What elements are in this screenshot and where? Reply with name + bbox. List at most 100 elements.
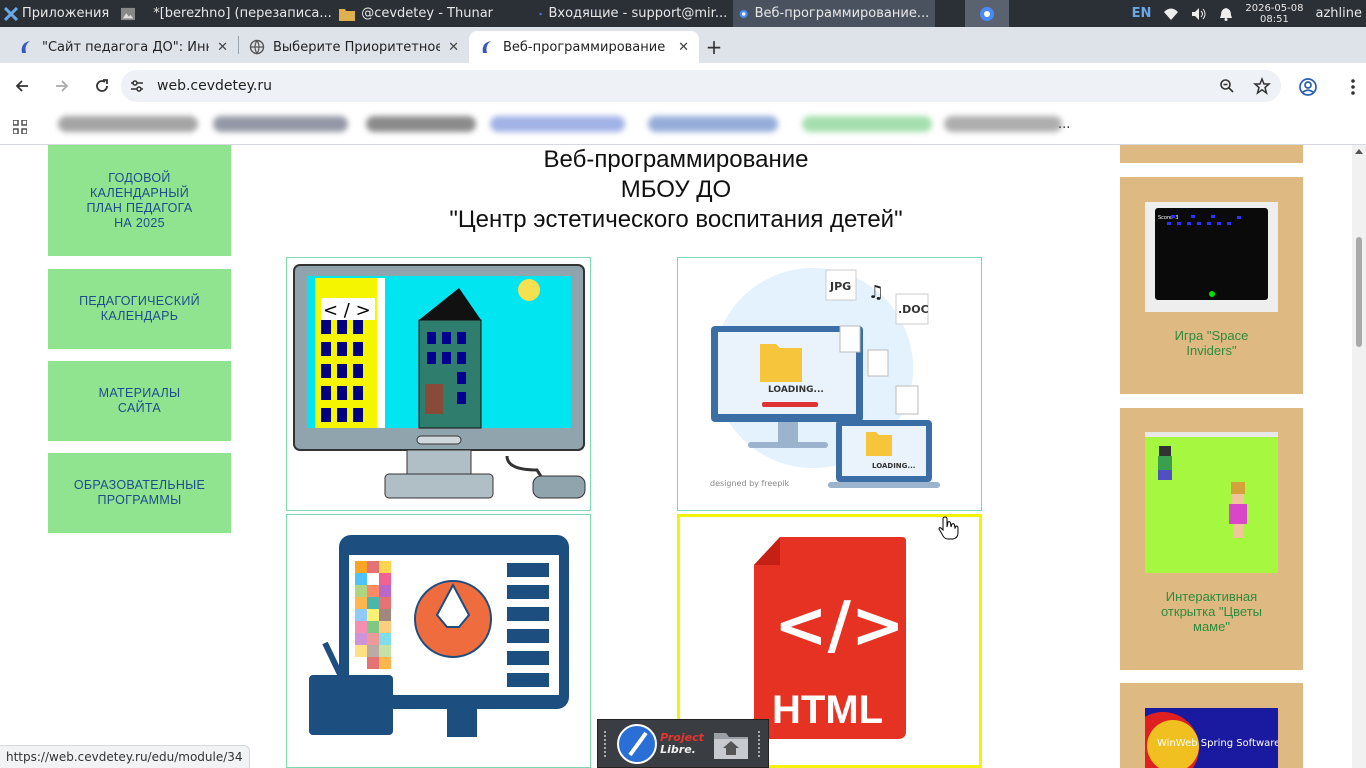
menu-kebab-icon[interactable] <box>1350 78 1356 96</box>
tab-priority[interactable]: Выберите Приоритетное н ✕ <box>239 31 469 63</box>
volume-icon[interactable] <box>1191 7 1207 21</box>
right-item-space-invaders[interactable]: Score: 3 Игра "Space Inviders" <box>1120 177 1303 394</box>
label-line: Игра "Space <box>1174 328 1249 343</box>
right-column-item-top[interactable] <box>1120 145 1303 163</box>
wifi-icon[interactable] <box>1163 7 1179 21</box>
image-viewer-icon <box>121 7 136 20</box>
bookmark-item-blurred[interactable] <box>648 116 778 132</box>
bookmark-item-blurred[interactable] <box>58 116 198 132</box>
web-page: ГОДОВОЙ КАЛЕНДАРНЫЙ ПЛАН ПЕДАГОГА НА 202… <box>0 145 1366 768</box>
bookmark-star-icon[interactable] <box>1253 77 1271 95</box>
keyboard-layout[interactable]: EN <box>1132 6 1152 21</box>
sidebar-item-label: ПЕДАГОГИЧЕСКИЙ КАЛЕНДАРЬ <box>79 294 200 324</box>
browser-tab-bar: "Сайт педагога ДО": Инно ✕ Выберите Прио… <box>0 27 1366 63</box>
bottom-dock: Project Libre. <box>597 719 769 768</box>
winweb-thumbnail: WinWeb Spring Software <box>1145 708 1278 768</box>
scrollbar-thumb[interactable] <box>1356 237 1362 347</box>
tab-close-icon[interactable]: ✕ <box>678 40 689 55</box>
scroll-up-arrow-icon[interactable] <box>1355 149 1363 154</box>
reload-icon <box>96 79 108 92</box>
freepik-credit: designed by freepik <box>710 479 790 488</box>
address-bar[interactable]: web.cevdetey.ru <box>121 70 1281 102</box>
zoom-icon[interactable] <box>1219 78 1235 94</box>
sidebar-item-label: МАТЕРИАЛЫ САЙТА <box>99 386 181 416</box>
taskbar-item-thunar[interactable]: @cevdetey - Thunar <box>333 0 533 27</box>
dock-app-label: Libre. <box>660 742 696 756</box>
apps-grid-icon <box>13 119 27 134</box>
graphic-design-illustration <box>309 535 569 737</box>
user-name[interactable]: azhline <box>1316 6 1363 21</box>
profile-icon[interactable] <box>1298 77 1318 97</box>
sidebar-item-educational-programs[interactable]: ОБРАЗОВАТЕЛЬНЫЕ ПРОГРАММЫ <box>48 453 231 533</box>
title-line: "Центр эстетического воспитания детей" <box>449 206 903 233</box>
globe-icon <box>249 39 265 55</box>
dock-item-home-folder[interactable] <box>712 723 750 765</box>
tab-title: Веб-программирование в <box>503 39 671 55</box>
applications-menu[interactable]: Приложения <box>0 0 115 27</box>
bookmarks-overflow[interactable]: ... <box>1058 117 1070 132</box>
label-line: ОБРАЗОВАТЕЛЬНЫЕ <box>73 478 206 492</box>
html-label: HTML <box>772 688 883 732</box>
taskbar-item-browser[interactable]: Веб-программирование... <box>733 0 936 27</box>
arrow-right-icon <box>56 80 69 92</box>
right-item-winweb[interactable]: WinWeb Spring Software <box>1120 683 1303 768</box>
tab-close-icon[interactable]: ✕ <box>217 40 228 55</box>
taskbar-item-image-editor[interactable]: *[berezhno] (перезаписа... <box>141 0 333 27</box>
bookmark-item-blurred[interactable] <box>944 116 1062 132</box>
dock-app-label: Project <box>660 730 704 744</box>
bookmark-item-blurred[interactable] <box>213 116 348 132</box>
taskbar-label: Веб-программирование... <box>754 6 930 21</box>
clock[interactable]: 2026-05-08 08:51 <box>1245 3 1303 25</box>
label-line: КАЛЕНДАРНЫЙ <box>90 185 189 200</box>
space-invaders-label[interactable]: Игра "Space Inviders" <box>1120 328 1303 358</box>
file-loading-illustration: JPG ♫ .DOC LOADING... LOADING... designe… <box>710 268 940 488</box>
taskbar-item-mail[interactable]: Входящие - support@mir... <box>533 0 733 27</box>
sidebar-item-annual-plan[interactable]: ГОДОВОЙ КАЛЕНДАРНЫЙ ПЛАН ПЕДАГОГА НА 202… <box>48 145 231 256</box>
bookmark-item-blurred[interactable] <box>366 116 476 132</box>
taskbar-item-browser-2[interactable] <box>965 0 1010 27</box>
chromium-icon <box>980 6 995 21</box>
page-scrollbar[interactable] <box>1352 145 1366 768</box>
sidebar-item-pedagogical-calendar[interactable]: ПЕДАГОГИЧЕСКИЙ КАЛЕНДАРЬ <box>48 269 231 349</box>
reload-button[interactable] <box>84 68 120 104</box>
projectlibre-icon <box>617 723 658 764</box>
notification-bell-icon[interactable] <box>1219 7 1233 21</box>
label-line: НА 2025 <box>114 215 165 230</box>
site-info-button[interactable] <box>121 70 153 102</box>
back-button[interactable] <box>4 68 40 104</box>
dock-item-projectlibre[interactable]: Project Libre. <box>616 723 704 765</box>
bookmark-item-blurred[interactable] <box>802 116 932 132</box>
forward-button[interactable] <box>44 68 80 104</box>
label-line: Inviders" <box>1186 343 1237 358</box>
status-url-bubble: https://web.cevdetey.ru/edu/module/34 <box>0 745 250 768</box>
sidebar-item-label: ГОДОВОЙ КАЛЕНДАРНЫЙ ПЛАН ПЕДАГОГА НА 202… <box>86 171 192 231</box>
sidebar-item-site-materials[interactable]: МАТЕРИАЛЫ САЙТА <box>48 361 231 441</box>
tab-web-programming[interactable]: Веб-программирование в ✕ <box>469 31 699 63</box>
new-tab-button[interactable]: + <box>699 31 729 63</box>
loading-label: LOADING... <box>768 385 824 395</box>
card-file-loading[interactable]: JPG ♫ .DOC LOADING... LOADING... designe… <box>677 257 982 511</box>
arrow-left-icon <box>15 80 28 92</box>
label-line: ПЛАН ПЕДАГОГА <box>86 200 193 215</box>
dock-handle[interactable] <box>758 730 762 757</box>
card-paint-city[interactable]: < / > <box>286 257 591 511</box>
tune-icon <box>131 80 143 92</box>
svg-text:♫: ♫ <box>868 282 884 303</box>
url-text[interactable]: web.cevdetey.ru <box>157 78 272 94</box>
dock-handle[interactable] <box>604 730 608 757</box>
tab-site-teacher[interactable]: "Сайт педагога ДО": Инно ✕ <box>8 31 238 63</box>
xfce-logo-icon <box>4 6 18 21</box>
apps-grid-button[interactable] <box>0 119 40 134</box>
clock-date: 2026-05-08 <box>1245 2 1304 14</box>
tab-close-icon[interactable]: ✕ <box>448 40 459 55</box>
taskbar-label: Входящие - support@mir... <box>548 6 728 21</box>
system-tray: EN 2026-05-08 08:51 azhline <box>1132 0 1366 27</box>
flowers-card-label[interactable]: Интерактивная открытка "Цветы маме" <box>1120 589 1303 634</box>
bookmark-item-blurred[interactable] <box>490 116 625 132</box>
right-item-flowers-card[interactable]: Интерактивная открытка "Цветы маме" <box>1120 408 1303 670</box>
taskbar-item-image-viewer[interactable] <box>115 0 141 27</box>
label-line: ПЕДАГОГИЧЕСКИЙ <box>79 294 200 308</box>
winweb-logo: WinWeb Spring Software <box>1145 708 1278 768</box>
card-graphic-design[interactable] <box>286 514 591 768</box>
space-invaders-thumbnail: Score: 3 <box>1145 202 1278 312</box>
